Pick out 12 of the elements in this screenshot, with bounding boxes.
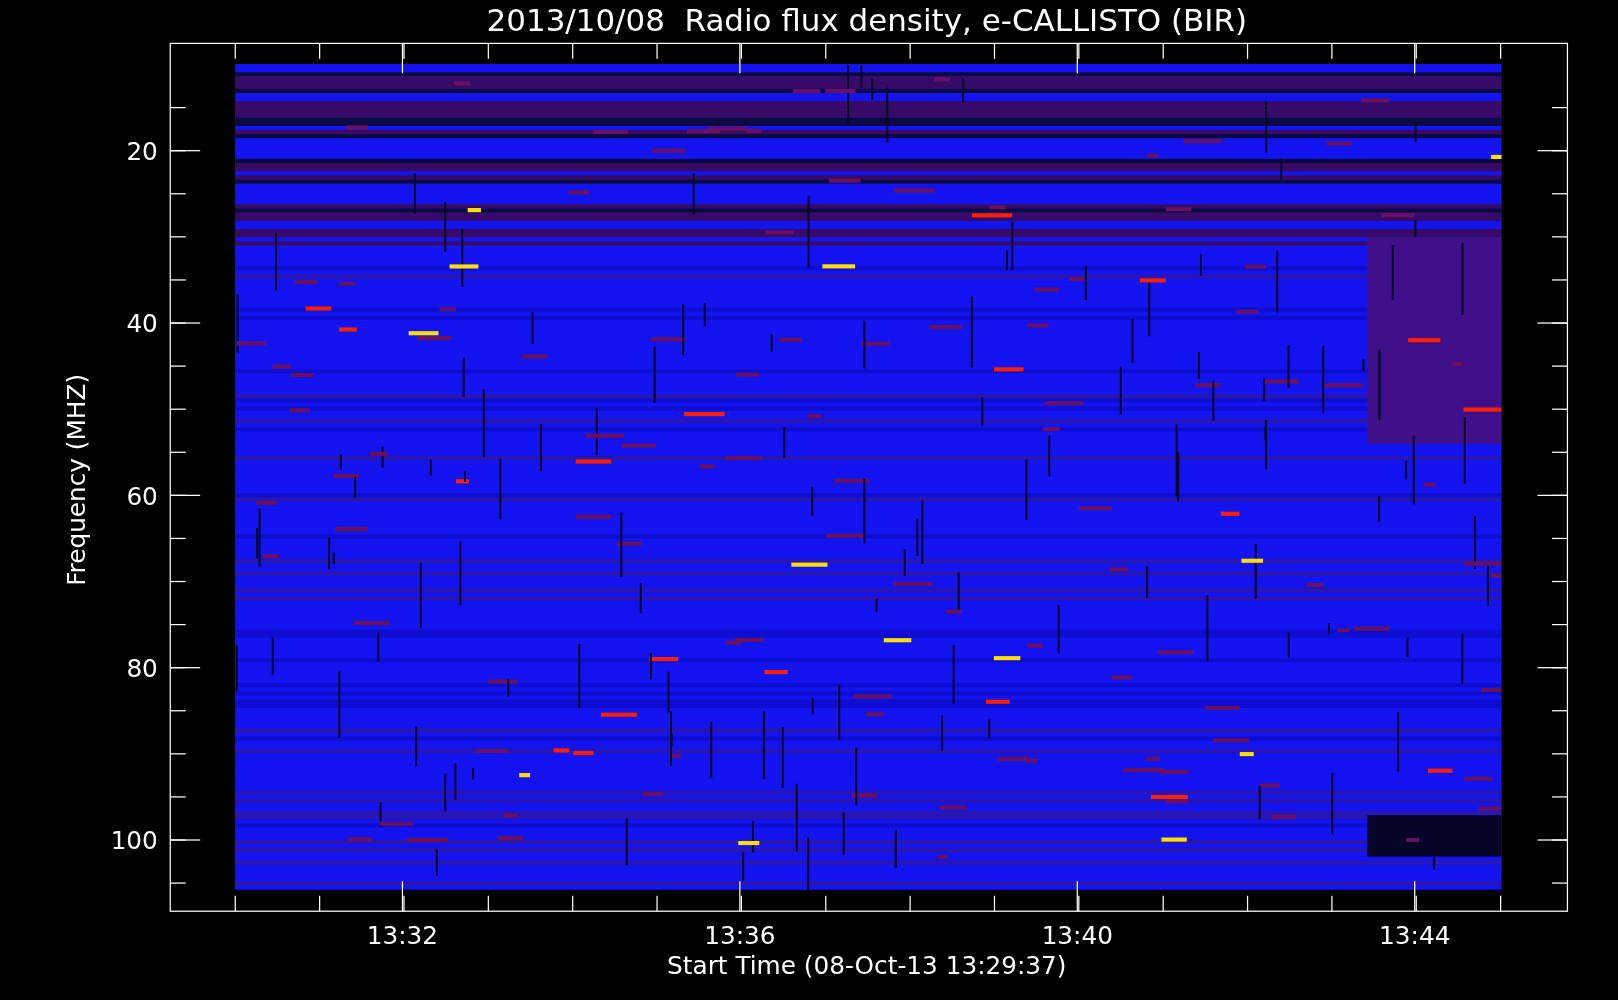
tick-label: 13:44	[1379, 921, 1451, 951]
tick-label: 20	[126, 137, 158, 166]
tick-label: 40	[126, 309, 158, 339]
tick-label: 100	[110, 826, 158, 856]
tick-label: 13:32	[366, 921, 439, 951]
tick-label: 13:36	[704, 921, 776, 951]
tick-label: 80	[126, 653, 158, 683]
plot-title: 2013/10/08 Radio flux density, e-CALLISTO (BIR)	[486, 2, 1247, 38]
tick-label: 60	[126, 481, 158, 511]
axis-label: Frequency (MHZ)	[61, 373, 91, 586]
tick-label: 13:40	[1041, 921, 1113, 951]
axis-label: Start Time (08-Oct-13 13:29:37)	[667, 951, 1067, 981]
